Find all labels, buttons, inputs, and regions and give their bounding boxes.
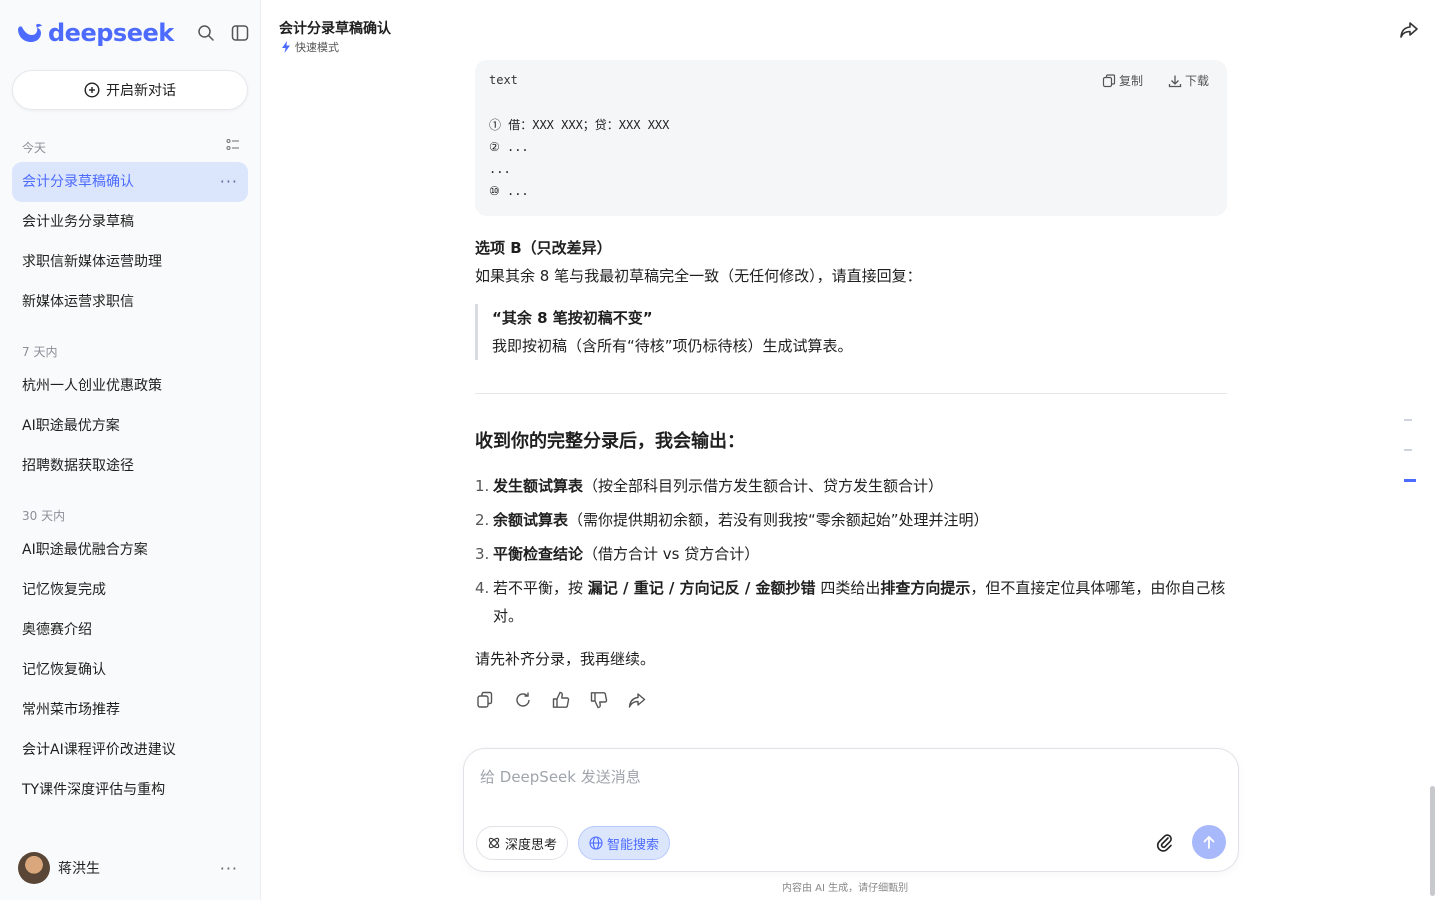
- ai-disclaimer: 内容由 AI 生成，请仔细甄别: [782, 883, 909, 894]
- deep-think-toggle[interactable]: 深度思考: [476, 826, 569, 860]
- scrollbar[interactable]: [1430, 786, 1435, 896]
- new-chat-label: 开启新对话: [106, 83, 176, 99]
- share-icon[interactable]: [1398, 19, 1420, 41]
- message-composer: 深度思考 智能搜索: [463, 748, 1239, 872]
- section-heading: 收到你的完整分录后，我会输出：: [475, 431, 745, 452]
- code-block: text 复制 下载 ① 借：XXX XXX；贷：XXX XXX ② ... .…: [475, 60, 1227, 216]
- avatar[interactable]: [18, 852, 50, 884]
- code-line: ② ...: [489, 140, 529, 154]
- scroll-marker[interactable]: [1404, 449, 1412, 451]
- new-chat-button[interactable]: 开启新对话: [12, 70, 248, 110]
- user-menu-icon[interactable]: ···: [220, 859, 238, 878]
- code-lines: ① 借：XXX XXX；贷：XXX XXX ② ... ... ⑩ ...: [489, 114, 669, 202]
- history-item[interactable]: 记忆恢复确认: [12, 650, 248, 690]
- search-icon[interactable]: [195, 22, 217, 44]
- more-options-icon[interactable]: ···: [220, 162, 238, 202]
- user-profile[interactable]: 蒋洪生 ···: [18, 852, 244, 884]
- message-input[interactable]: [480, 765, 1180, 789]
- history-item[interactable]: 会计AI课程评价改进建议: [12, 730, 248, 770]
- code-line: ① 借：XXX XXX；贷：XXX XXX: [489, 118, 670, 132]
- whale-logo-icon: [18, 23, 42, 42]
- closing-text: 请先补齐分录，我再继续。: [475, 650, 656, 668]
- history-item[interactable]: 记忆恢复完成: [12, 570, 248, 610]
- history-group-label: 今天: [12, 134, 248, 162]
- arrow-up-icon: [1203, 836, 1215, 849]
- smart-search-toggle[interactable]: 智能搜索: [578, 826, 671, 860]
- history-item[interactable]: 奥德赛介绍: [12, 610, 248, 650]
- option-description: 如果其余 8 笔与我最初草稿完全一致（无任何修改），请直接回复：: [475, 267, 922, 285]
- list-item: 2. 余额试算表（需你提供期初余额，若没有则我按“零余额起始”处理并注明）: [475, 511, 989, 529]
- ordered-list: 1. 发生额试算表（按全部科目列示借方发生额合计、贷方发生额合计） 2. 余额试算表…: [475, 472, 1227, 636]
- message-actions: [475, 690, 665, 710]
- share-icon[interactable]: [627, 690, 647, 710]
- mode-badge: 快速模式: [281, 39, 339, 55]
- download-icon: [1168, 75, 1182, 87]
- blockquote: “其余 8 笔按初稿不变” 我即按初稿（含所有“待核”项仍标待核）生成试算表。: [475, 304, 853, 360]
- quote-text: 我即按初稿（含所有“待核”项仍标待核）生成试算表。: [492, 337, 853, 355]
- divider: [475, 393, 1227, 394]
- globe-icon: [589, 836, 603, 850]
- list-item: 3. 平衡检查结论（借方合计 vs 贷方合计）: [475, 545, 760, 563]
- app-window: deepseek 开启新对话 今天 会计分录草稿确认 ··· 会计业务分录草稿 …: [0, 0, 1440, 900]
- history-group-label: 7 天内: [22, 345, 58, 359]
- thumbs-up-icon[interactable]: [551, 690, 571, 710]
- history-item[interactable]: 杭州一人创业优惠政策: [12, 366, 248, 406]
- brand-name: deepseek: [48, 19, 174, 47]
- history-item[interactable]: AI职途最优方案: [12, 406, 248, 446]
- regenerate-icon[interactable]: [513, 690, 533, 710]
- code-line: ...: [489, 162, 511, 176]
- history-item[interactable]: 会计分录草稿确认 ···: [12, 162, 248, 202]
- sidebar: deepseek 开启新对话 今天 会计分录草稿确认 ··· 会计业务分录草稿 …: [0, 0, 261, 900]
- chat-title: 会计分录草稿确认: [279, 21, 391, 37]
- history-item[interactable]: AI职途最优融合方案: [12, 530, 248, 570]
- send-button[interactable]: [1192, 825, 1226, 859]
- chat-history: 今天 会计分录草稿确认 ··· 会计业务分录草稿 求职信新媒体运营助理 新媒体运…: [12, 134, 248, 824]
- copy-code-button[interactable]: 复制: [1102, 72, 1143, 89]
- paperclip-icon[interactable]: [1154, 832, 1176, 854]
- code-language: text: [489, 73, 518, 87]
- list-filter-icon[interactable]: [226, 138, 240, 152]
- history-item[interactable]: 会计业务分录草稿: [12, 202, 248, 242]
- history-item[interactable]: 求职信新媒体运营助理: [12, 242, 248, 282]
- scroll-marker-active[interactable]: [1404, 479, 1416, 482]
- download-code-button[interactable]: 下载: [1168, 72, 1209, 89]
- history-group-label: 30 天内: [22, 509, 66, 523]
- option-title: 选项 B（只改差异）: [475, 239, 612, 257]
- scroll-marker[interactable]: [1404, 419, 1412, 421]
- code-line: ⑩ ...: [489, 184, 529, 198]
- atom-icon: [488, 837, 500, 849]
- user-name: 蒋洪生: [58, 861, 100, 877]
- history-item[interactable]: 招聘数据获取途径: [12, 446, 248, 486]
- list-item: 1. 发生额试算表（按全部科目列示借方发生额合计、贷方发生额合计）: [475, 477, 944, 495]
- quote-bold: “其余 8 笔按初稿不变”: [492, 309, 653, 327]
- history-item[interactable]: 常州菜市场推荐: [12, 690, 248, 730]
- copy-icon[interactable]: [475, 690, 495, 710]
- collapse-sidebar-icon[interactable]: [229, 22, 251, 44]
- history-item[interactable]: TY课件深度评估与重构: [12, 770, 248, 810]
- message-content: text 复制 下载 ① 借：XXX XXX；贷：XXX XXX ② ... .…: [475, 60, 1227, 709]
- thumbs-down-icon[interactable]: [589, 690, 609, 710]
- lightning-icon: [282, 41, 290, 53]
- copy-icon: [1102, 73, 1116, 87]
- history-item[interactable]: 新媒体运营求职信: [12, 282, 248, 322]
- list-item: 4. 若不平衡，按 漏记 / 重记 / 方向记反 / 金额抄错 四类给出排查方向提…: [475, 579, 1226, 625]
- plus-circle-icon: [84, 82, 100, 98]
